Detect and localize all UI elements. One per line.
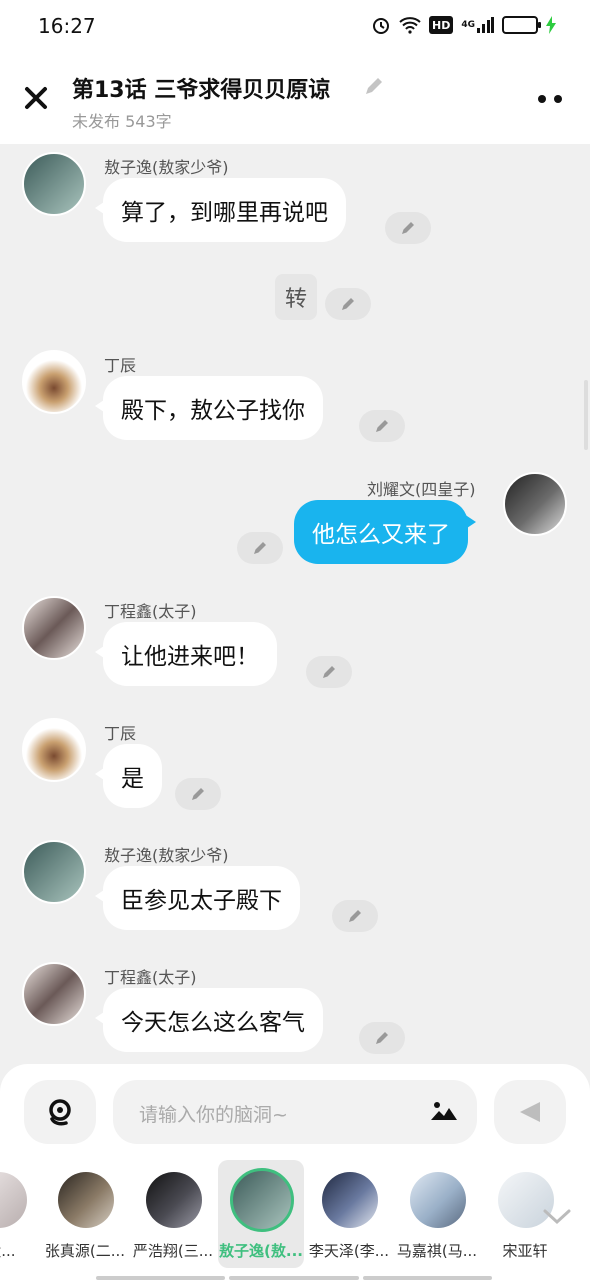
input-placeholder: 请输入你的脑洞~ xyxy=(139,1104,288,1126)
role-item[interactable]: 张真源(二... xyxy=(42,1160,128,1268)
speaker-name: 敖子逸(敖家少爷) xyxy=(104,158,229,177)
pencil-icon xyxy=(323,666,335,678)
role-avatar xyxy=(230,1168,294,1232)
avatar[interactable] xyxy=(22,350,86,414)
role-label: 马嘉祺(马... xyxy=(396,1242,478,1260)
network-type: 4G xyxy=(461,20,475,30)
image-icon xyxy=(431,1102,457,1120)
message-bubble[interactable]: 他怎么又来了 xyxy=(294,500,476,564)
speaker-name: 敖子逸(敖家少爷) xyxy=(104,846,229,865)
role-label: 李天泽(李... xyxy=(308,1242,390,1260)
chevron-down-icon[interactable] xyxy=(542,1206,572,1226)
home-indicator xyxy=(96,1276,492,1280)
message-bubble[interactable]: 算了，到哪里再说吧 xyxy=(95,178,346,242)
message-bubble[interactable]: 是 xyxy=(95,744,162,808)
wifi-icon xyxy=(399,14,421,36)
message-bubble[interactable]: 殿下，敖公子找你 xyxy=(95,376,323,440)
image-button[interactable] xyxy=(429,1098,461,1126)
status-icons: HD 4G xyxy=(371,14,556,36)
role-avatar xyxy=(0,1172,27,1228)
voice-button[interactable] xyxy=(24,1080,96,1144)
role-label: 宋亚轩 xyxy=(502,1242,548,1260)
role-item[interactable]: 马嘉祺(马... xyxy=(394,1160,480,1268)
avatar[interactable] xyxy=(22,718,86,782)
role-avatar xyxy=(58,1172,114,1228)
edit-title-button[interactable] xyxy=(362,74,390,102)
narration-bubble[interactable]: 转 xyxy=(275,274,318,320)
speaker-name: 丁程鑫(太子) xyxy=(104,602,197,621)
pencil-icon xyxy=(376,1032,388,1044)
battery-icon xyxy=(502,16,541,34)
role-avatar xyxy=(322,1172,378,1228)
speaker-name: 丁辰 xyxy=(104,356,137,375)
pencil-icon xyxy=(254,542,266,554)
pencil-icon xyxy=(402,222,414,234)
message-bubble[interactable]: 臣参见太子殿下 xyxy=(95,866,300,930)
message-bubble[interactable]: 今天怎么这么客气 xyxy=(95,988,323,1052)
edit-message-button[interactable] xyxy=(332,900,378,932)
pencil-icon xyxy=(342,298,354,310)
edit-message-button[interactable] xyxy=(175,778,221,810)
pencil-icon xyxy=(192,788,204,800)
scrollbar[interactable] xyxy=(584,380,588,450)
speaker-name: 刘耀文(四皇子) xyxy=(367,480,476,499)
role-label: 严浩翔(三... xyxy=(132,1242,214,1260)
send-icon xyxy=(520,1102,540,1122)
edit-message-button[interactable] xyxy=(237,532,283,564)
pencil-icon xyxy=(349,910,361,922)
signal-icon: 4G xyxy=(461,14,494,36)
role-label: (太... xyxy=(0,1242,16,1260)
role-item[interactable]: 严浩翔(三... xyxy=(130,1160,216,1268)
composer-panel: 请输入你的脑洞~ (太... 张真源(二... 严浩翔(三... 敖子逸(敖..… xyxy=(0,1064,590,1280)
role-item[interactable]: 李天泽(李... xyxy=(306,1160,392,1268)
chapter-header: 第13话 三爷求得贝贝原谅 未发布 543字 xyxy=(0,56,590,144)
speaker-name: 丁程鑫(太子) xyxy=(104,968,197,987)
avatar[interactable] xyxy=(503,472,567,536)
edit-message-button[interactable] xyxy=(359,410,405,442)
chat-area[interactable]: 敖子逸(敖家少爷) 算了，到哪里再说吧 转 丁辰 殿下，敖公子找你 刘耀文(四皇… xyxy=(0,144,590,1064)
role-item-active[interactable]: 敖子逸(敖... xyxy=(218,1160,304,1268)
avatar[interactable] xyxy=(22,840,86,904)
status-time: 16:27 xyxy=(38,14,96,38)
message-bubble[interactable]: 让他进来吧！ xyxy=(95,622,277,686)
avatar[interactable] xyxy=(22,962,86,1026)
edit-message-button[interactable] xyxy=(359,1022,405,1054)
role-label: 敖子逸(敖... xyxy=(219,1242,303,1260)
hd-icon: HD xyxy=(429,16,454,34)
status-bar: 16:27 HD 4G xyxy=(0,0,590,56)
send-button[interactable] xyxy=(494,1080,566,1144)
alarm-icon xyxy=(371,14,391,36)
edit-message-button[interactable] xyxy=(306,656,352,688)
edit-message-button[interactable] xyxy=(385,212,431,244)
edit-message-button[interactable] xyxy=(325,288,371,320)
chapter-title: 第13话 三爷求得贝贝原谅 xyxy=(72,78,331,103)
avatar[interactable] xyxy=(22,596,86,660)
pencil-icon xyxy=(366,78,382,94)
close-button[interactable] xyxy=(20,78,52,118)
speaker-name: 丁辰 xyxy=(104,724,137,743)
charging-icon xyxy=(546,14,556,36)
role-label: 张真源(二... xyxy=(44,1242,126,1260)
close-icon xyxy=(25,87,47,109)
voice-icon xyxy=(49,1099,71,1126)
avatar[interactable] xyxy=(22,152,86,216)
role-avatar xyxy=(410,1172,466,1228)
more-options-button[interactable] xyxy=(530,84,570,114)
message-input[interactable]: 请输入你的脑洞~ xyxy=(113,1080,477,1144)
role-item[interactable]: (太... xyxy=(0,1160,41,1268)
chapter-subtitle: 未发布 543字 xyxy=(72,112,172,131)
role-selector[interactable]: (太... 张真源(二... 严浩翔(三... 敖子逸(敖... 李天泽(李..… xyxy=(0,1160,590,1270)
role-avatar xyxy=(146,1172,202,1228)
pencil-icon xyxy=(376,420,388,432)
